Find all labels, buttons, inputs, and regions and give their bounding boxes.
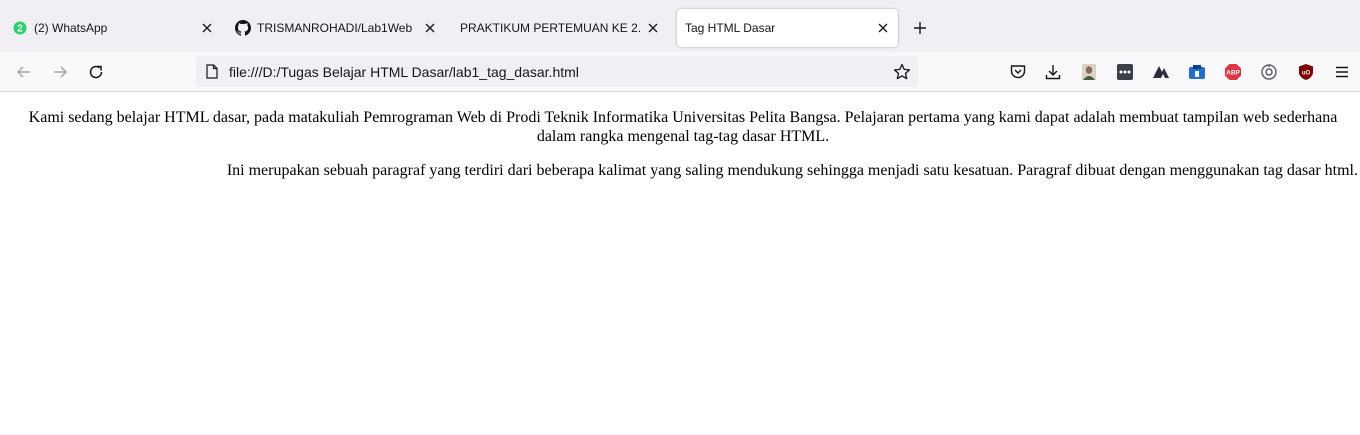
close-tab-icon[interactable] (644, 19, 662, 37)
tab-strip: 2 (2) WhatsApp TRISMANROHADI/Lab1Web PRA… (0, 0, 1360, 52)
adblock-plus-button[interactable]: ABP (1223, 62, 1243, 82)
extension-button-a[interactable] (1151, 62, 1171, 82)
arrow-left-icon (16, 66, 30, 78)
extension-button-c[interactable] (1259, 62, 1279, 82)
star-icon (893, 63, 911, 80)
pocket-icon (1010, 65, 1026, 79)
downloads-button[interactable] (1043, 62, 1063, 82)
dots-extension-icon (1117, 64, 1133, 80)
bookmark-star-button[interactable] (892, 62, 912, 82)
avatar-icon (1082, 64, 1096, 80)
hamburger-menu-icon (1336, 66, 1348, 78)
navigation-toolbar: file:///D:/Tugas Belajar HTML Dasar/lab1… (0, 52, 1360, 92)
plus-icon (914, 22, 926, 34)
translate-icon (1189, 65, 1205, 79)
tab-title: PRAKTIKUM PERTEMUAN KE 2.pdf (460, 21, 640, 35)
tab-pdf[interactable]: PRAKTIKUM PERTEMUAN KE 2.pdf (454, 9, 666, 47)
ublock-shield-icon: uO (1299, 64, 1313, 80)
tab-whatsapp[interactable]: 2 (2) WhatsApp (8, 9, 220, 47)
forward-button[interactable] (48, 60, 72, 84)
new-tab-button[interactable] (910, 18, 930, 38)
tab-title: TRISMANROHADI/Lab1Web (257, 21, 413, 35)
svg-text:2: 2 (17, 24, 23, 35)
github-icon (235, 20, 251, 36)
arrow-right-icon (54, 66, 68, 78)
app-menu-button[interactable] (1332, 62, 1352, 82)
centered-paragraph: Kami sedang belajar HTML dasar, pada mat… (28, 109, 1338, 145)
right-aligned-paragraph: Ini merupakan sebuah paragraf yang terdi… (226, 162, 1358, 179)
tab-github[interactable]: TRISMANROHADI/Lab1Web (231, 9, 443, 47)
close-tab-icon[interactable] (421, 19, 439, 37)
abp-icon: ABP (1225, 64, 1241, 80)
reload-button[interactable] (84, 60, 108, 84)
page-icon (204, 64, 220, 80)
whatsapp-badge-icon: 2 (12, 20, 28, 36)
timer-icon (1261, 64, 1277, 80)
page-content: Kami sedang belajar HTML dasar, pada mat… (0, 92, 1360, 435)
tab-title: (2) WhatsApp (34, 21, 108, 35)
extension-more-button[interactable] (1115, 62, 1135, 82)
tab-tag-html-dasar[interactable]: Tag HTML Dasar (677, 9, 898, 47)
svg-text:ABP: ABP (1226, 70, 1240, 77)
reload-icon (89, 65, 103, 79)
stylized-a-icon (1153, 66, 1169, 78)
svg-text:uO: uO (1302, 71, 1311, 77)
url-text[interactable]: file:///D:/Tugas Belajar HTML Dasar/lab1… (229, 64, 579, 80)
close-tab-icon[interactable] (874, 19, 892, 37)
address-bar[interactable]: file:///D:/Tugas Belajar HTML Dasar/lab1… (196, 56, 918, 87)
download-icon (1045, 65, 1061, 80)
pocket-button[interactable] (1008, 62, 1028, 82)
ublock-origin-button[interactable]: uO (1296, 62, 1316, 82)
tab-title: Tag HTML Dasar (685, 21, 776, 35)
profile-avatar[interactable] (1079, 62, 1099, 82)
back-button[interactable] (12, 60, 36, 84)
extension-button-b[interactable] (1187, 62, 1207, 82)
close-tab-icon[interactable] (198, 19, 216, 37)
